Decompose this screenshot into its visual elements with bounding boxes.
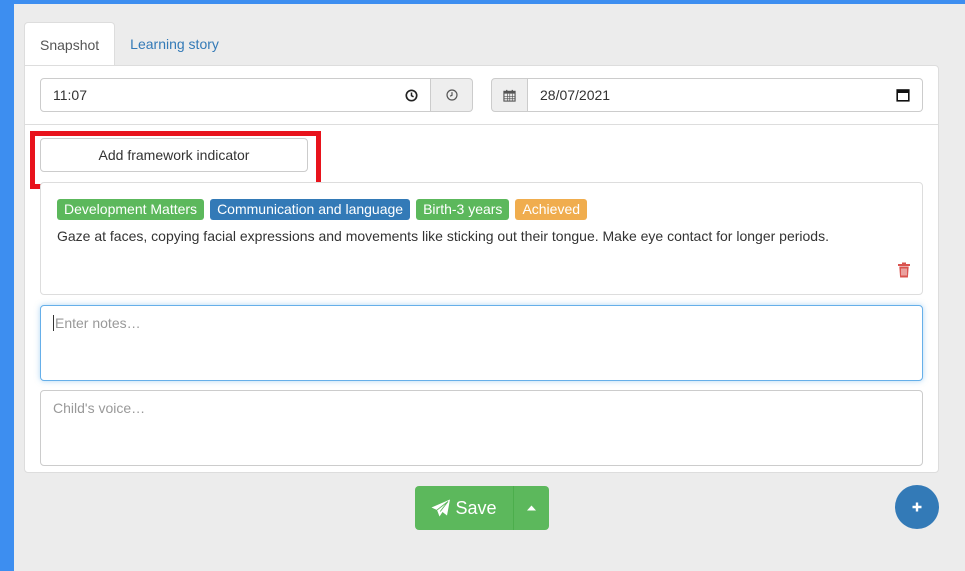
voice-placeholder: Child's voice… (53, 400, 146, 416)
highlight-box (30, 131, 321, 189)
label-area: Communication and language (210, 199, 411, 220)
clock-icon (445, 89, 458, 101)
paper-plane-icon (431, 499, 451, 517)
tab-bar: Snapshot Learning story (24, 22, 234, 66)
label-status: Achieved (515, 199, 588, 220)
tab-learning-story[interactable]: Learning story (115, 22, 234, 66)
trash-icon[interactable] (897, 262, 911, 278)
save-options-toggle[interactable] (513, 486, 549, 530)
childs-voice-textarea[interactable]: Child's voice… (40, 390, 923, 466)
add-floating-button[interactable] (895, 485, 939, 529)
section-divider (25, 124, 938, 125)
notes-textarea[interactable]: Enter notes… (40, 305, 923, 381)
clock-icon[interactable] (405, 88, 418, 102)
text-cursor (53, 315, 54, 331)
time-picker-button[interactable] (431, 78, 473, 112)
label-age-band: Birth-3 years (416, 199, 510, 220)
plus-icon (912, 502, 922, 512)
calendar-icon[interactable] (896, 88, 910, 102)
save-button[interactable]: Save (415, 486, 513, 530)
date-input-group: 28/07/2021 (491, 78, 923, 112)
date-value: 28/07/2021 (540, 87, 611, 103)
indicator-description: Gaze at faces, copying facial expression… (57, 228, 829, 244)
notes-placeholder: Enter notes… (55, 315, 141, 331)
save-button-group: Save (415, 486, 549, 530)
label-framework: Development Matters (57, 199, 205, 220)
framework-indicator-card: Development Matters Communication and la… (40, 182, 923, 295)
page-frame: Snapshot Learning story 11:07 28/07/2021… (14, 4, 965, 571)
time-input-group: 11:07 (40, 78, 473, 112)
save-label: Save (455, 497, 497, 518)
tab-snapshot[interactable]: Snapshot (24, 22, 116, 66)
caret-up-icon (527, 505, 536, 511)
time-input[interactable]: 11:07 (40, 78, 431, 112)
snapshot-panel: 11:07 28/07/2021 Add framework indicator… (24, 65, 939, 473)
calendar-icon (503, 89, 516, 102)
date-input[interactable]: 28/07/2021 (528, 78, 923, 112)
framework-labels: Development Matters Communication and la… (57, 199, 588, 220)
date-picker-button[interactable] (491, 78, 528, 112)
time-value: 11:07 (53, 87, 87, 103)
